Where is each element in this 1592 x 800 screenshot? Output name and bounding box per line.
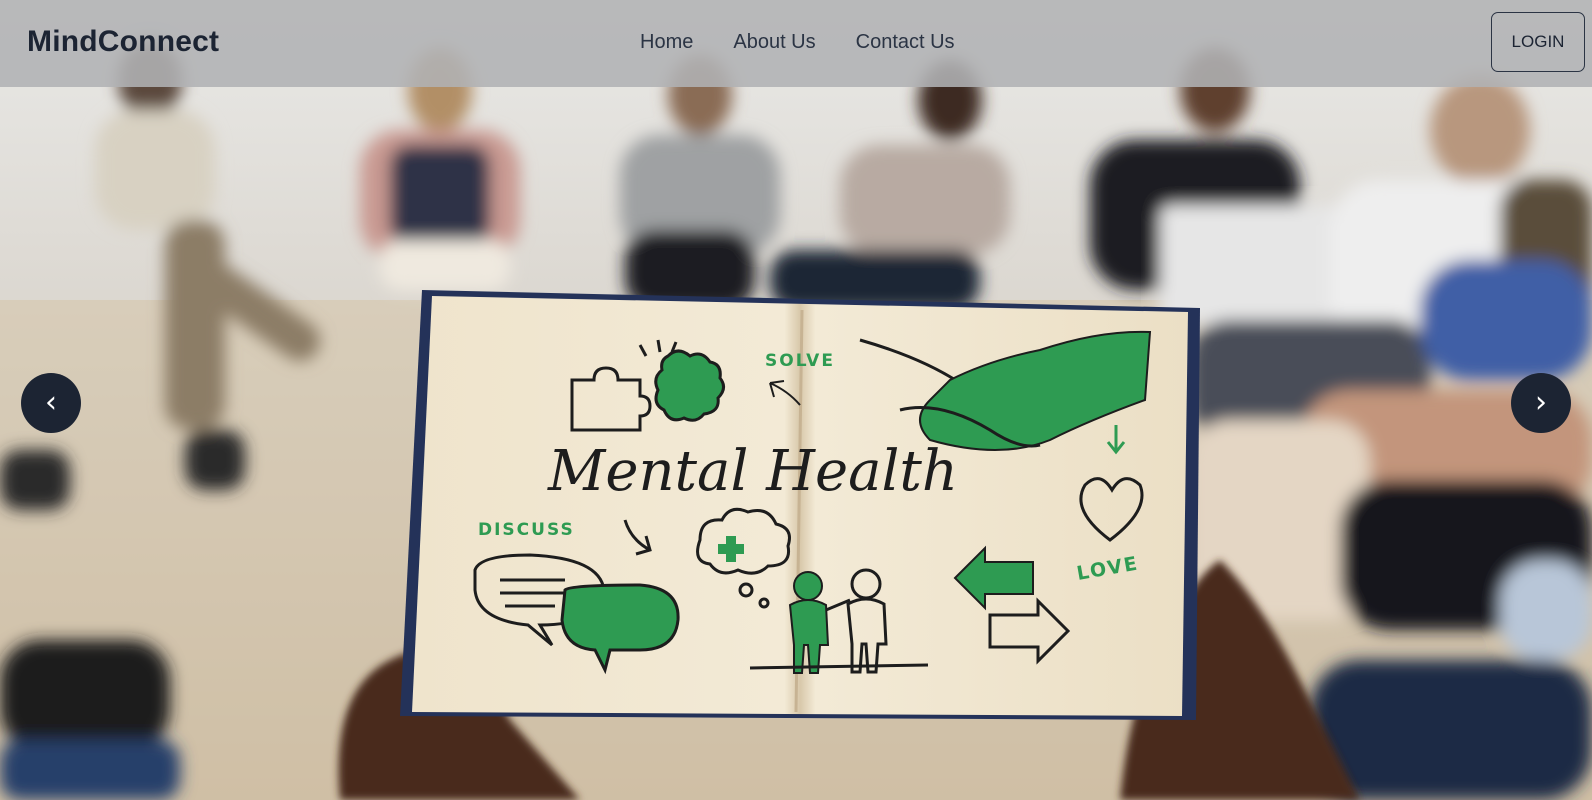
nav-home-link[interactable]: Home xyxy=(640,31,693,54)
hero-slide-image: Mental Health SOLVE DISCUSS LOVE xyxy=(0,0,1592,800)
chevron-left-icon: ‹ xyxy=(45,385,57,420)
nav-contact-link[interactable]: Contact Us xyxy=(856,31,955,54)
login-button[interactable]: LOGIN xyxy=(1491,12,1585,72)
book-title-text: Mental Health xyxy=(547,439,958,504)
carousel-prev-button[interactable]: ‹ xyxy=(21,373,81,433)
brand-logo[interactable]: MindConnect xyxy=(27,25,219,59)
nav-about-link[interactable]: About Us xyxy=(733,31,815,54)
book-label-solve: SOLVE xyxy=(765,351,835,371)
primary-nav: Home About Us Contact Us xyxy=(640,31,955,54)
carousel-next-button[interactable]: › xyxy=(1511,373,1571,433)
chevron-right-icon: › xyxy=(1535,385,1547,420)
hero-carousel: Mental Health SOLVE DISCUSS LOVE MindCon… xyxy=(0,0,1592,800)
top-navbar: MindConnect Home About Us Contact Us LOG… xyxy=(0,0,1592,87)
book-label-discuss: DISCUSS xyxy=(478,520,575,540)
